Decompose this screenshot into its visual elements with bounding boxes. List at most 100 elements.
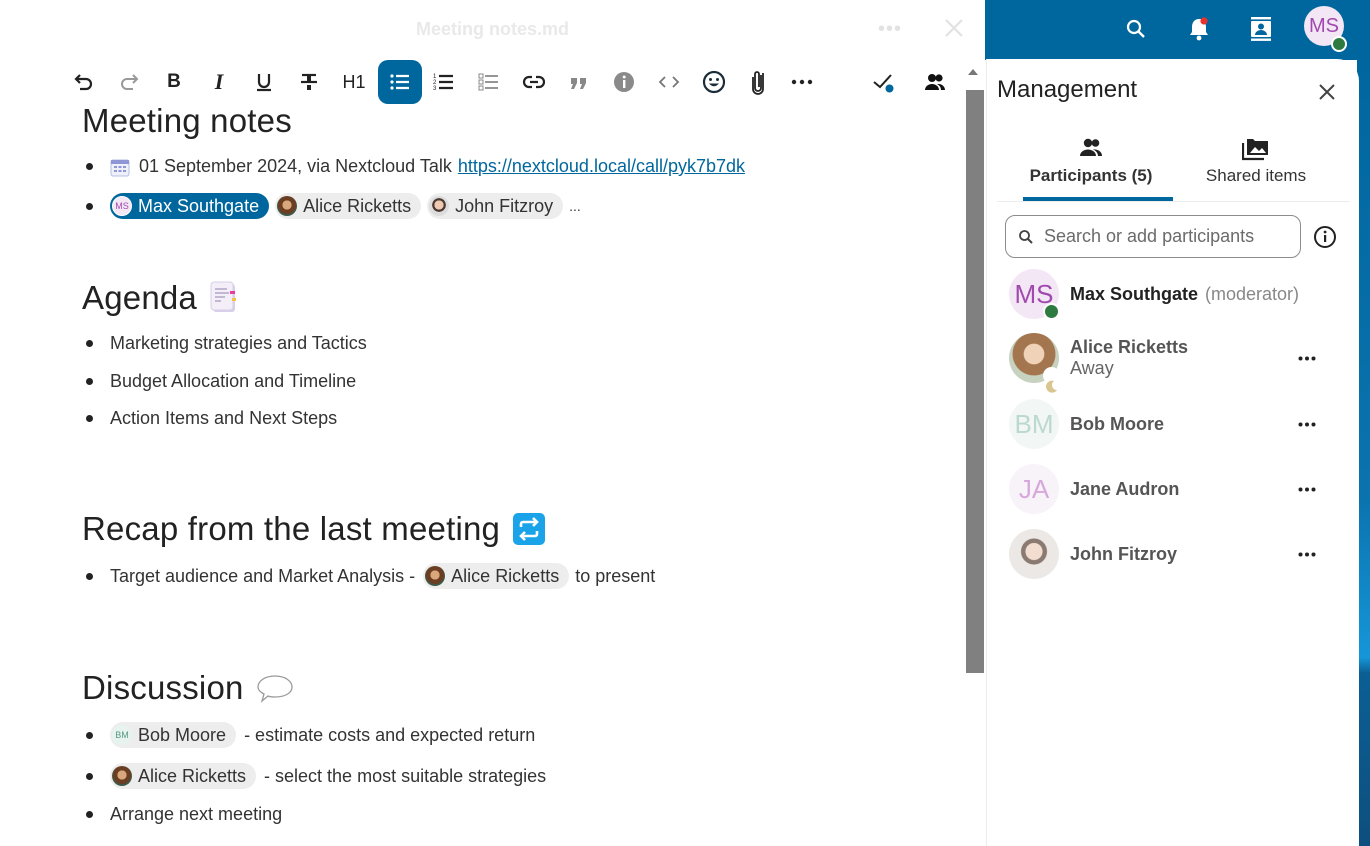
close-sidebar-button[interactable] xyxy=(1315,80,1339,104)
mention-name: Alice Ricketts xyxy=(138,765,247,786)
mention-chip[interactable]: John Fitzroy xyxy=(427,193,564,219)
search-icon xyxy=(1126,19,1145,38)
quote-icon xyxy=(571,78,586,89)
participant-row[interactable]: JA Jane Audron xyxy=(1009,463,1354,515)
participant-name: Jane Audron xyxy=(1070,478,1180,499)
mention-chip[interactable]: Alice Ricketts xyxy=(275,193,422,219)
contacts-button[interactable] xyxy=(1246,14,1276,44)
participant-more-button[interactable] xyxy=(1295,412,1319,436)
mention-name: John Fitzroy xyxy=(455,195,554,216)
participant-search-input[interactable] xyxy=(1044,226,1284,247)
participant-more-button[interactable] xyxy=(1295,542,1319,566)
mention-name: Max Southgate xyxy=(138,195,260,216)
avatar: MS xyxy=(112,196,132,216)
undo-button[interactable] xyxy=(62,60,106,104)
emoji-button[interactable] xyxy=(692,60,736,104)
more-icon xyxy=(791,79,813,85)
avatar: JA xyxy=(1009,464,1059,514)
doc-title: Meeting notes xyxy=(82,102,292,139)
close-file-icon[interactable] xyxy=(940,14,968,42)
task-list-icon xyxy=(478,73,498,91)
participant-row[interactable]: MS Max Southgate (moderator) xyxy=(1009,268,1354,320)
bullet xyxy=(86,572,93,580)
scroll-up-arrow[interactable] xyxy=(968,69,978,75)
callout-button[interactable] xyxy=(602,60,646,104)
sync-status-button[interactable] xyxy=(862,60,906,104)
section-heading: Agenda xyxy=(82,279,241,317)
heading-icon: H1 xyxy=(342,71,366,92)
bullet xyxy=(86,378,93,385)
bullet-list-icon xyxy=(390,74,409,90)
notifications-button[interactable] xyxy=(1184,14,1214,44)
bell-icon xyxy=(1190,17,1208,41)
mention-chip[interactable]: BM Bob Moore xyxy=(110,722,237,748)
info-icon xyxy=(614,72,634,92)
mention-name: Alice Ricketts xyxy=(303,195,412,216)
avatar xyxy=(1009,333,1060,393)
list-item: Arrange next meeting xyxy=(86,804,282,825)
participant-name: John Fitzroy xyxy=(1070,543,1177,564)
participant-row[interactable]: Alice Ricketts Away xyxy=(1009,332,1354,393)
participant-role: (moderator) xyxy=(1205,283,1300,304)
search-button[interactable] xyxy=(1121,14,1151,44)
search-info-button[interactable] xyxy=(1313,225,1337,249)
tab-shared-items[interactable]: Shared items xyxy=(1181,137,1331,186)
bullet-list-button[interactable] xyxy=(378,60,422,104)
participant-row[interactable]: John Fitzroy xyxy=(1009,528,1354,580)
meeting-date: 01 September 2024, via Nextcloud Talk xyxy=(139,156,452,176)
info-icon xyxy=(1314,226,1336,248)
saved-check-icon xyxy=(873,74,894,93)
list-text: Arrange next meeting xyxy=(110,804,283,824)
participant-status: Away xyxy=(1070,358,1114,378)
link-button[interactable] xyxy=(512,60,556,104)
participant-name: Bob Moore xyxy=(1070,413,1164,434)
list-item: Target audience and Market Analysis - Al… xyxy=(86,563,655,589)
editor-scrollbar[interactable] xyxy=(966,90,984,673)
strikethrough-button[interactable] xyxy=(287,60,331,104)
sessions-button[interactable] xyxy=(913,60,957,104)
code-button[interactable] xyxy=(647,60,691,104)
people-icon xyxy=(925,74,946,90)
call-link[interactable]: https://nextcloud.local/call/pyk7b7dk xyxy=(458,156,745,177)
mention-chip[interactable]: Alice Ricketts xyxy=(110,763,257,789)
avatar: BM xyxy=(112,725,132,745)
svg-text:3: 3 xyxy=(433,86,437,92)
more-formatting-button[interactable] xyxy=(780,60,824,104)
blockquote-button[interactable] xyxy=(557,60,601,104)
participant-name: Max Southgate (moderator) xyxy=(1070,283,1300,304)
list-item: Alice Ricketts - select the most suitabl… xyxy=(86,763,546,789)
participant-more-button[interactable] xyxy=(1295,477,1319,501)
notepad-icon xyxy=(210,281,236,312)
more-icon xyxy=(1298,422,1316,426)
management-sidebar: Management Participants (5) Shared items… xyxy=(986,59,1359,846)
participant-row[interactable]: BM Bob Moore xyxy=(1009,398,1354,450)
redo-button[interactable] xyxy=(107,60,151,104)
tab-participants[interactable]: Participants (5) xyxy=(1016,137,1166,186)
contacts-icon xyxy=(1251,17,1271,41)
bold-icon: B xyxy=(167,71,181,92)
file-more-icon[interactable]: ••• xyxy=(878,18,902,41)
mention-chip[interactable]: Alice Ricketts xyxy=(423,563,570,589)
underline-button[interactable] xyxy=(242,60,286,104)
heading-button[interactable]: H1 xyxy=(332,60,376,104)
participant-search[interactable] xyxy=(1005,215,1301,258)
bullet xyxy=(86,163,93,170)
strikethrough-icon xyxy=(301,73,317,90)
italic-button[interactable]: I xyxy=(197,60,241,104)
list-item: MS Max Southgate Alice Ricketts John Fitz… xyxy=(86,193,581,219)
calendar-icon xyxy=(110,159,130,176)
numbered-list-button[interactable]: 123 xyxy=(422,60,466,104)
list-text: - estimate costs and expected return xyxy=(244,724,536,745)
attachment-button[interactable] xyxy=(736,60,780,104)
task-list-button[interactable] xyxy=(467,60,511,104)
participant-more-button[interactable] xyxy=(1295,346,1319,370)
mention-name: Bob Moore xyxy=(138,724,227,745)
online-status-dot xyxy=(1331,36,1347,52)
mention-chip[interactable]: MS Max Southgate xyxy=(110,193,270,219)
people-icon xyxy=(1080,138,1103,156)
bold-button[interactable]: B xyxy=(152,60,196,104)
bullet xyxy=(86,202,93,210)
avatar: BM xyxy=(1009,399,1059,449)
speech-bubble-icon xyxy=(256,675,293,703)
list-text: to present xyxy=(575,565,656,586)
